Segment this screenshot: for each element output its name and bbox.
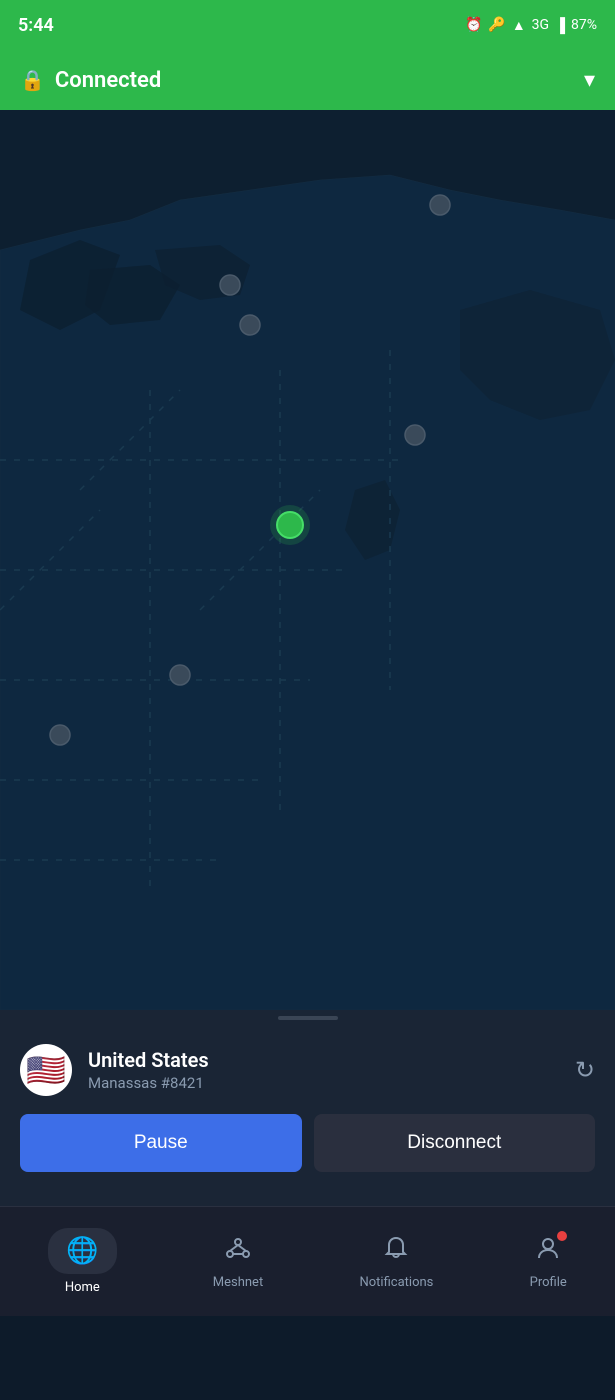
vpn-key-icon: 🔑 (488, 17, 505, 33)
refresh-icon[interactable]: ↻ (575, 1056, 595, 1084)
chevron-down-icon[interactable]: ▾ (584, 68, 595, 93)
scroll-indicator (0, 1010, 615, 1026)
nav-item-profile[interactable]: Profile (510, 1226, 587, 1298)
notification-icon (382, 1234, 410, 1269)
bottom-panel: 🇺🇸 United States Manassas #8421 ↻ Pause … (0, 1026, 615, 1206)
server-name: Manassas #8421 (88, 1074, 209, 1092)
nav-item-home[interactable]: 🌐 Home (28, 1220, 136, 1303)
wifi-icon: ▲ (512, 17, 526, 34)
connected-bar[interactable]: 🔒 Connected ▾ (0, 50, 615, 110)
profile-badge (534, 1234, 562, 1269)
home-icon: 🌐 (66, 1236, 98, 1266)
connected-label: Connected (55, 68, 161, 93)
home-icon-bg: 🌐 (48, 1228, 116, 1274)
profile-label: Profile (530, 1275, 567, 1290)
signal-icon: 3G (532, 17, 549, 33)
lock-icon: 🔒 (20, 68, 45, 92)
notifications-label: Notifications (359, 1275, 433, 1290)
connected-left: 🔒 Connected (20, 68, 161, 93)
action-buttons: Pause Disconnect (20, 1114, 595, 1172)
battery-icon: 87% (571, 17, 597, 33)
scroll-line (278, 1016, 338, 1020)
status-time: 5:44 (18, 15, 54, 36)
map-container (0, 110, 615, 1010)
map-svg (0, 110, 615, 1010)
cellular-icon: ▐ (555, 17, 565, 34)
bottom-nav: 🌐 Home Meshnet Notifications (0, 1206, 615, 1316)
country-flag: 🇺🇸 (20, 1044, 72, 1096)
country-row: 🇺🇸 United States Manassas #8421 ↻ (20, 1044, 595, 1096)
status-icons: ⏰ 🔑 ▲ 3G ▐ 87% (465, 17, 597, 34)
pause-button[interactable]: Pause (20, 1114, 302, 1172)
status-bar: 5:44 ⏰ 🔑 ▲ 3G ▐ 87% (0, 0, 615, 50)
profile-badge-dot (557, 1231, 567, 1241)
country-left: 🇺🇸 United States Manassas #8421 (20, 1044, 209, 1096)
disconnect-button[interactable]: Disconnect (314, 1114, 596, 1172)
country-info: United States Manassas #8421 (88, 1048, 209, 1092)
meshnet-icon (224, 1234, 252, 1269)
meshnet-label: Meshnet (213, 1275, 263, 1290)
nav-item-meshnet[interactable]: Meshnet (193, 1226, 283, 1298)
country-name: United States (88, 1048, 209, 1072)
home-label: Home (65, 1280, 100, 1295)
alarm-icon: ⏰ (465, 17, 482, 33)
nav-item-notifications[interactable]: Notifications (339, 1226, 453, 1298)
